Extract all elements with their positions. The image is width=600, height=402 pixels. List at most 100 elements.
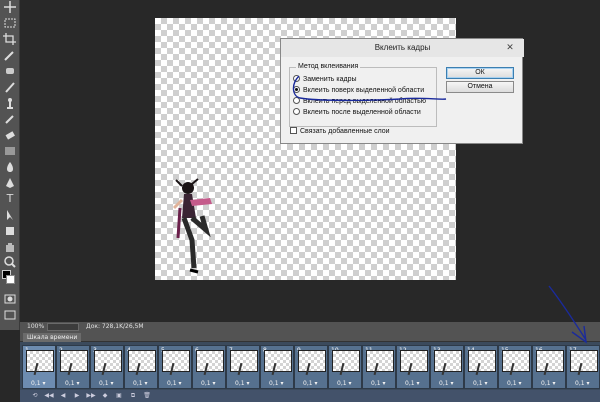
- screen-mode-icon[interactable]: [2, 308, 18, 322]
- healing-brush-icon[interactable]: [2, 64, 18, 78]
- frame-delay[interactable]: 0,1 ▾: [269, 380, 283, 387]
- timeline-frame[interactable]: 30,1 ▾: [90, 345, 124, 389]
- frame-thumbnail[interactable]: [468, 350, 496, 376]
- frame-delay[interactable]: 0,1 ▾: [99, 380, 113, 387]
- path-select-icon[interactable]: [2, 208, 18, 222]
- timeline-frame[interactable]: 10,1 ▾: [22, 345, 56, 389]
- radio-paste-before-selection[interactable]: Вклеить перед выделенной областью: [293, 97, 426, 106]
- brush-icon[interactable]: [2, 80, 18, 94]
- frame-thumbnail[interactable]: [60, 350, 88, 376]
- timeline-frame[interactable]: 90,1 ▾: [294, 345, 328, 389]
- frame-delay[interactable]: 0,1 ▾: [31, 380, 45, 387]
- timeline-control-button[interactable]: ▶▶: [86, 392, 96, 400]
- frame-delay[interactable]: 0,1 ▾: [133, 380, 147, 387]
- radio-indicator[interactable]: [293, 97, 300, 104]
- frame-thumbnail[interactable]: [434, 350, 462, 376]
- move-tool-icon[interactable]: [2, 0, 18, 14]
- frame-figure: [271, 362, 277, 376]
- pen-icon[interactable]: [2, 176, 18, 190]
- marquee-icon[interactable]: [2, 16, 18, 30]
- close-icon[interactable]: ✕: [501, 42, 519, 53]
- radio-indicator[interactable]: [293, 75, 300, 82]
- frame-delay[interactable]: 0,1 ▾: [337, 380, 351, 387]
- timeline-control-button[interactable]: 🗑: [142, 392, 152, 400]
- timeline-frame[interactable]: 160,1 ▾: [532, 345, 566, 389]
- frame-delay[interactable]: 0,1 ▾: [65, 380, 79, 387]
- quick-mask-icon[interactable]: [2, 292, 18, 306]
- checkbox-label: Связать добавленные слои: [300, 128, 390, 135]
- frame-thumbnail[interactable]: [366, 350, 394, 376]
- timeline-control-button[interactable]: ⧉: [128, 392, 138, 400]
- background-color-swatch[interactable]: [6, 275, 15, 284]
- frame-thumbnail[interactable]: [502, 350, 530, 376]
- tab-timeline[interactable]: Шкала времени: [23, 333, 82, 342]
- timeline-control-button[interactable]: ▶: [72, 392, 82, 400]
- cancel-button[interactable]: Отмена: [446, 81, 514, 93]
- timeline-control-button[interactable]: ⟲: [30, 392, 40, 400]
- frame-thumbnail[interactable]: [230, 350, 258, 376]
- frame-delay[interactable]: 0,1 ▾: [575, 380, 589, 387]
- radio-indicator[interactable]: [293, 108, 300, 115]
- timeline-control-button[interactable]: ▣: [114, 392, 124, 400]
- zoom-icon[interactable]: [2, 255, 18, 269]
- timeline-frame[interactable]: 100,1 ▾: [328, 345, 362, 389]
- frame-thumbnail[interactable]: [128, 350, 156, 376]
- frame-thumbnail[interactable]: [264, 350, 292, 376]
- gradient-icon[interactable]: [2, 144, 18, 158]
- timeline-frame[interactable]: 50,1 ▾: [158, 345, 192, 389]
- link-layers-checkbox[interactable]: Связать добавленные слои: [290, 127, 390, 136]
- frame-thumbnail[interactable]: [94, 350, 122, 376]
- document-info[interactable]: Док: 728,1K/26,5M: [86, 322, 144, 332]
- timeline-frame[interactable]: 170,1 ▾: [566, 345, 600, 389]
- timeline-header: Шкала времени: [20, 332, 600, 342]
- timeline-frame[interactable]: 140,1 ▾: [464, 345, 498, 389]
- eyedropper-icon[interactable]: [2, 48, 18, 62]
- frame-delay[interactable]: 0,1 ▾: [235, 380, 249, 387]
- radio-paste-after-selection[interactable]: Вклеить после выделенной области: [293, 108, 421, 117]
- radio-indicator-selected[interactable]: [293, 86, 300, 93]
- timeline-frame[interactable]: 70,1 ▾: [226, 345, 260, 389]
- frame-thumbnail[interactable]: [26, 350, 54, 376]
- timeline-frame[interactable]: 40,1 ▾: [124, 345, 158, 389]
- zoom-field[interactable]: [47, 323, 79, 331]
- checkbox-box[interactable]: [290, 127, 297, 134]
- type-tool-icon[interactable]: T: [2, 192, 18, 206]
- timeline-frame[interactable]: 150,1 ▾: [498, 345, 532, 389]
- timeline-frame[interactable]: 130,1 ▾: [430, 345, 464, 389]
- history-brush-icon[interactable]: [2, 112, 18, 126]
- frame-delay[interactable]: 0,1 ▾: [371, 380, 385, 387]
- radio-replace-frames[interactable]: Заменить кадры: [293, 75, 357, 84]
- ok-button[interactable]: ОК: [446, 67, 514, 79]
- eraser-icon[interactable]: [2, 128, 18, 142]
- frame-delay[interactable]: 0,1 ▾: [439, 380, 453, 387]
- timeline-control-button[interactable]: ◀: [58, 392, 68, 400]
- frame-thumbnail[interactable]: [298, 350, 326, 376]
- radio-paste-over-selection[interactable]: Вклеить поверх выделенной области: [293, 86, 424, 95]
- frame-thumbnail[interactable]: [536, 350, 564, 376]
- frame-delay[interactable]: 0,1 ▾: [167, 380, 181, 387]
- timeline-control-button[interactable]: ◀◀: [44, 392, 54, 400]
- crop-icon[interactable]: [2, 32, 18, 46]
- timeline-frame[interactable]: 60,1 ▾: [192, 345, 226, 389]
- frame-delay[interactable]: 0,1 ▾: [473, 380, 487, 387]
- frame-delay[interactable]: 0,1 ▾: [405, 380, 419, 387]
- timeline-frame[interactable]: 80,1 ▾: [260, 345, 294, 389]
- frame-thumbnail[interactable]: [400, 350, 428, 376]
- frame-delay[interactable]: 0,1 ▾: [541, 380, 555, 387]
- frame-thumbnail[interactable]: [332, 350, 360, 376]
- frame-delay[interactable]: 0,1 ▾: [303, 380, 317, 387]
- frame-delay[interactable]: 0,1 ▾: [507, 380, 521, 387]
- frame-thumbnail[interactable]: [196, 350, 224, 376]
- timeline-frame[interactable]: 20,1 ▾: [56, 345, 90, 389]
- timeline-control-button[interactable]: ◆: [100, 392, 110, 400]
- radio-label: Вклеить после выделенной области: [303, 109, 421, 116]
- frame-delay[interactable]: 0,1 ▾: [201, 380, 215, 387]
- timeline-frame[interactable]: 120,1 ▾: [396, 345, 430, 389]
- clone-stamp-icon[interactable]: [2, 96, 18, 110]
- frame-thumbnail[interactable]: [570, 350, 598, 376]
- blur-icon[interactable]: [2, 160, 18, 174]
- hand-icon[interactable]: [2, 240, 18, 254]
- frame-thumbnail[interactable]: [162, 350, 190, 376]
- timeline-frame[interactable]: 110,1 ▾: [362, 345, 396, 389]
- shape-icon[interactable]: [2, 224, 18, 238]
